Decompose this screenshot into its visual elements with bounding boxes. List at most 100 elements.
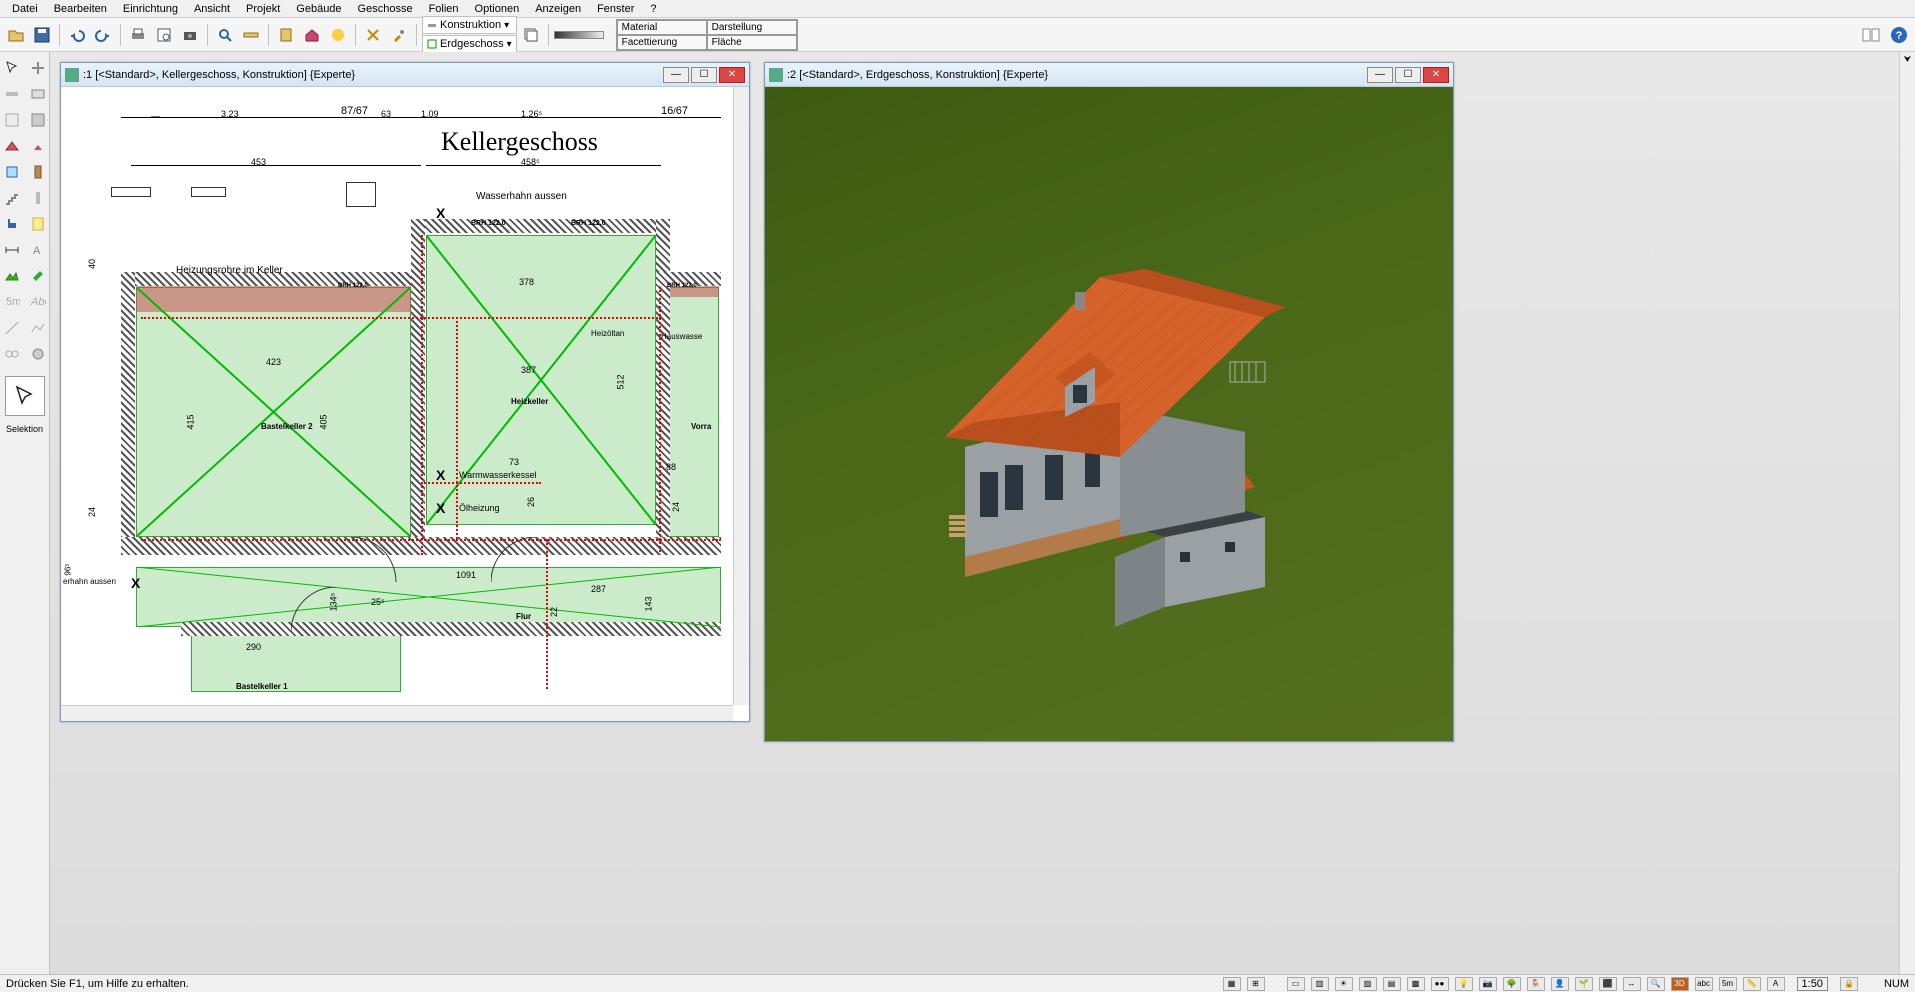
menu-datei[interactable]: Datei xyxy=(4,2,46,16)
polyline-icon[interactable] xyxy=(26,316,50,340)
status-view1-icon[interactable]: ▭ xyxy=(1287,977,1305,991)
status-lock-icon[interactable]: 🔒 xyxy=(1840,977,1858,991)
window-2d-titlebar[interactable]: :1 [<Standard>, Kellergeschoss, Konstruk… xyxy=(61,63,749,87)
status-plant-icon[interactable]: 🌱 xyxy=(1575,977,1593,991)
menu-bearbeiten[interactable]: Bearbeiten xyxy=(46,2,115,16)
erdgeschoss-dropdown[interactable]: Erdgeschoss ▾ xyxy=(422,35,517,53)
status-sun-icon[interactable]: ☀ xyxy=(1335,977,1353,991)
paste-icon[interactable] xyxy=(274,23,298,47)
menu-gebaeude[interactable]: Gebäude xyxy=(288,2,349,16)
menu-folien[interactable]: Folien xyxy=(421,2,467,16)
menu-einrichtung[interactable]: Einrichtung xyxy=(115,2,186,16)
menu-ansicht[interactable]: Ansicht xyxy=(186,2,238,16)
print-preview-icon[interactable] xyxy=(152,23,176,47)
note-icon[interactable] xyxy=(26,212,50,236)
pan-icon[interactable] xyxy=(26,56,50,80)
sphere-icon[interactable] xyxy=(26,342,50,366)
circles-icon[interactable] xyxy=(0,342,24,366)
wall2-icon[interactable] xyxy=(26,82,50,106)
status-fill-icon[interactable]: ▤ xyxy=(1383,977,1401,991)
menu-fenster[interactable]: Fenster xyxy=(589,2,642,16)
save-icon[interactable] xyxy=(30,23,54,47)
status-hatch-icon[interactable]: ▨ xyxy=(1359,977,1377,991)
menu-projekt[interactable]: Projekt xyxy=(238,2,288,16)
status-lights-icon[interactable]: ●● xyxy=(1431,977,1449,991)
terrain-icon[interactable] xyxy=(0,264,24,288)
status-bulb-icon[interactable]: 💡 xyxy=(1455,977,1473,991)
status-zoom-icon[interactable]: 🔍 xyxy=(1647,977,1665,991)
chair-icon[interactable] xyxy=(0,212,24,236)
right-scrollbar[interactable]: ⮟ xyxy=(1899,52,1915,974)
status-5m-icon[interactable]: 5m xyxy=(1719,977,1737,991)
window-3d-minimize[interactable]: — xyxy=(1367,67,1393,83)
layers-icon[interactable] xyxy=(519,23,543,47)
status-camera-icon[interactable]: 📷 xyxy=(1479,977,1497,991)
window-icon[interactable] xyxy=(0,160,24,184)
stair-icon[interactable] xyxy=(0,186,24,210)
status-grid-icon[interactable]: ⊞ xyxy=(1247,977,1265,991)
dimension-icon[interactable] xyxy=(0,238,24,262)
floor-icon[interactable] xyxy=(0,108,24,132)
status-tree-icon[interactable]: 🌳 xyxy=(1503,977,1521,991)
window-3d-titlebar[interactable]: :2 [<Standard>, Erdgeschoss, Konstruktio… xyxy=(765,63,1453,87)
status-chair-icon[interactable]: 🪑 xyxy=(1527,977,1545,991)
catalog-icon[interactable] xyxy=(1859,23,1883,47)
scrollbar-horizontal[interactable] xyxy=(61,705,733,721)
prop-facettierung[interactable]: Facettierung xyxy=(617,35,707,50)
dormer-icon[interactable] xyxy=(26,134,50,158)
view-3d-canvas[interactable] xyxy=(765,87,1453,741)
menu-optionen[interactable]: Optionen xyxy=(467,2,528,16)
text2-icon[interactable]: 5m xyxy=(0,290,24,314)
status-person-icon[interactable]: 👤 xyxy=(1551,977,1569,991)
ceiling-icon[interactable] xyxy=(26,108,50,132)
prop-darstellung[interactable]: Darstellung xyxy=(707,20,797,35)
scrollbar-vertical[interactable] xyxy=(733,87,749,705)
status-dim-icon[interactable]: ↔ xyxy=(1623,977,1641,991)
prop-flaeche[interactable]: Fläche xyxy=(707,35,797,50)
undo-icon[interactable] xyxy=(65,23,89,47)
status-abc-icon[interactable]: abc xyxy=(1695,977,1713,991)
help-icon[interactable]: ? xyxy=(1887,23,1911,47)
menu-hilfe[interactable]: ? xyxy=(642,2,664,16)
window-2d-maximize[interactable]: ☐ xyxy=(691,67,717,83)
brightness-slider[interactable] xyxy=(554,31,604,39)
house-icon[interactable] xyxy=(300,23,324,47)
column-icon[interactable] xyxy=(26,186,50,210)
wall-icon[interactable] xyxy=(0,82,24,106)
status-scale[interactable]: 1:50 xyxy=(1797,977,1828,991)
prop-material[interactable]: Material xyxy=(617,20,707,35)
find-icon[interactable] xyxy=(213,23,237,47)
status-obj-icon[interactable]: ⬛ xyxy=(1599,977,1617,991)
status-pattern-icon[interactable]: ▩ xyxy=(1407,977,1425,991)
status-layers-icon[interactable]: ▦ xyxy=(1223,977,1241,991)
window-3d-close[interactable]: ✕ xyxy=(1423,67,1449,83)
konstruktion-dropdown[interactable]: Konstruktion ▾ xyxy=(422,16,517,34)
open-icon[interactable] xyxy=(4,23,28,47)
menu-geschosse[interactable]: Geschosse xyxy=(350,2,421,16)
menu-anzeigen[interactable]: Anzeigen xyxy=(527,2,589,16)
label-icon[interactable]: AbcI xyxy=(26,290,50,314)
measure-icon[interactable] xyxy=(239,23,263,47)
line-icon[interactable] xyxy=(0,316,24,340)
tools2-icon[interactable] xyxy=(387,23,411,47)
status-view2-icon[interactable]: ▥ xyxy=(1311,977,1329,991)
window-2d-close[interactable]: ✕ xyxy=(719,67,745,83)
dim-73: 73 xyxy=(509,457,519,467)
text-icon[interactable]: A xyxy=(26,238,50,262)
selection-tool[interactable] xyxy=(5,376,45,416)
tools1-icon[interactable] xyxy=(361,23,385,47)
wizard-icon[interactable] xyxy=(326,23,350,47)
door-icon[interactable] xyxy=(26,160,50,184)
status-text-icon[interactable]: A xyxy=(1767,977,1785,991)
status-ruler-icon[interactable]: 📏 xyxy=(1743,977,1761,991)
status-3d-icon[interactable]: 3D xyxy=(1671,977,1689,991)
cursor-icon[interactable] xyxy=(0,56,24,80)
window-2d-minimize[interactable]: — xyxy=(663,67,689,83)
view-2d-canvas[interactable]: ⎼ 3.23 87/67 63 1.09 1.26⁵ 16/67 Kellerg… xyxy=(61,87,749,721)
paint-icon[interactable] xyxy=(26,264,50,288)
roof-icon[interactable] xyxy=(0,134,24,158)
window-3d-maximize[interactable]: ☐ xyxy=(1395,67,1421,83)
camera-icon[interactable] xyxy=(178,23,202,47)
redo-icon[interactable] xyxy=(91,23,115,47)
print-icon[interactable] xyxy=(126,23,150,47)
